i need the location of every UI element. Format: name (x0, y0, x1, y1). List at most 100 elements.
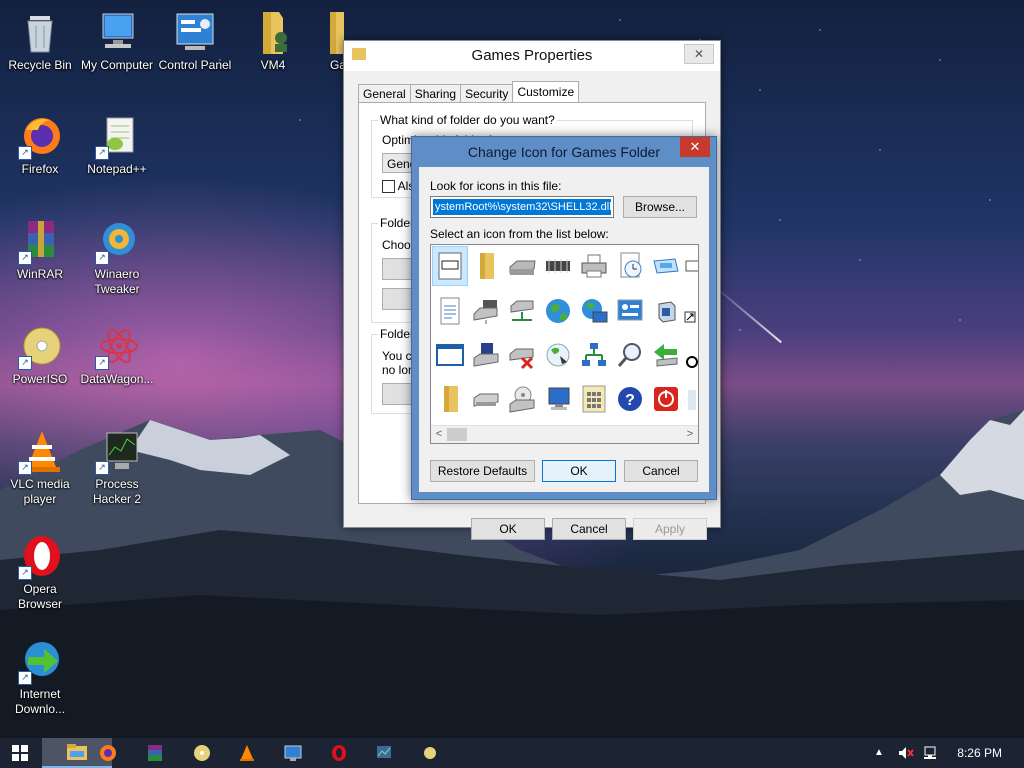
icon-cell-blank-window[interactable] (432, 246, 468, 286)
icon-cell-drive-2[interactable] (468, 379, 504, 419)
firefox-icon (100, 745, 116, 761)
ok-button[interactable]: OK (471, 518, 545, 540)
desktop-icon-poweriso[interactable]: ↗ PowerISO (2, 322, 78, 387)
taskbar-control-panel[interactable] (273, 738, 313, 768)
scroll-right-icon[interactable]: > (682, 426, 698, 443)
icon-cell-monitor[interactable] (540, 379, 576, 419)
icon-cell-network-card[interactable] (648, 246, 684, 286)
partial-icon (688, 390, 696, 410)
desktop-icon-process-hacker[interactable]: ↗ Process Hacker 2 (79, 427, 155, 507)
apply-button[interactable]: Apply (633, 518, 707, 540)
scroll-thumb[interactable] (447, 428, 467, 441)
ok-button[interactable]: OK (542, 460, 616, 482)
close-button[interactable]: ✕ (684, 44, 714, 64)
taskbar-winrar[interactable] (135, 738, 175, 768)
icon-cell-magnifier[interactable] (612, 335, 648, 375)
icon-cell-floppy-drive[interactable] (468, 335, 504, 375)
shortcut-arrow-icon: ↗ (95, 251, 109, 265)
desktop-icon-notepadpp[interactable]: ↗ Notepad++ (79, 112, 155, 177)
icon-cell-folder-2[interactable] (432, 379, 468, 419)
desktop-icon-winaero-tweaker[interactable]: ↗ Winaero Tweaker (79, 217, 155, 297)
icon-cell-printer[interactable] (576, 246, 612, 286)
network-status-icon[interactable] (922, 746, 938, 763)
icon-cell-control-panel[interactable] (612, 291, 648, 331)
icon-cell-network-server[interactable] (504, 291, 540, 331)
icon-cell-chip[interactable] (540, 246, 576, 286)
tab-general[interactable]: General (358, 84, 411, 104)
desktop-icon-label: Winaero Tweaker (94, 267, 140, 296)
change-icon-title-bar[interactable]: Change Icon for Games Folder ✕ (412, 137, 716, 167)
desktop-icon-datawagon[interactable]: ↗ DataWagon... (79, 322, 155, 387)
browse-button[interactable]: Browse... (623, 196, 697, 218)
icon-cell-cd-drive[interactable] (504, 379, 540, 419)
desktop-icon-firefox[interactable]: ↗ Firefox (2, 112, 78, 177)
tab-customize[interactable]: Customize (512, 81, 580, 104)
icon-cell-network-drive[interactable] (468, 291, 504, 331)
horizontal-scrollbar[interactable]: < > (431, 425, 698, 443)
application-cube-icon (658, 301, 676, 323)
desktop-icon-winrar[interactable]: ↗ WinRAR (2, 217, 78, 282)
cd-drive-icon (509, 386, 535, 413)
cancel-button[interactable]: Cancel (624, 460, 698, 482)
taskbar-app-disc[interactable] (410, 738, 450, 768)
text-document-icon (440, 297, 460, 325)
winrar-icon (148, 745, 162, 761)
restore-defaults-button[interactable]: Restore Defaults (430, 460, 535, 482)
taskbar-vlc[interactable] (227, 738, 267, 768)
idm-globe-icon: ↗ (16, 637, 64, 685)
desktop-icon-vlc[interactable]: ↗ VLC media player (2, 427, 78, 507)
icon-file-path: ystemRoot%\system32\SHELL32.dll (433, 199, 611, 215)
icon-list[interactable]: ? < > (430, 244, 699, 444)
close-button[interactable]: ✕ (680, 137, 710, 157)
taskbar-firefox[interactable] (88, 738, 128, 768)
desktop-icon-opera[interactable]: ↗ Opera Browser (2, 532, 78, 612)
desktop-icon-recycle-bin[interactable]: Recycle Bin (2, 8, 78, 73)
icon-cell-back-arrow[interactable] (648, 335, 684, 375)
desktop-icon-control-panel[interactable]: Control Panel (157, 8, 233, 73)
desktop-icon-games[interactable]: Ga (306, 8, 346, 73)
icon-cell-globe-arrow[interactable] (540, 335, 576, 375)
icon-cell-network[interactable] (576, 335, 612, 375)
shortcut-arrow-icon: ↗ (95, 356, 109, 370)
start-button[interactable] (0, 738, 40, 768)
show-hidden-icons-icon[interactable]: ▲ (874, 738, 884, 768)
icon-cell-drive[interactable] (504, 246, 540, 286)
icon-cell-folder[interactable] (468, 246, 504, 286)
icon-cell-help[interactable]: ? (612, 379, 648, 419)
shortcut-arrow-icon: ↗ (18, 251, 32, 265)
icon-cell-clock-document[interactable] (612, 246, 648, 286)
desktop-icon-vm4[interactable]: VM4 (235, 8, 311, 73)
taskbar-process-hacker[interactable] (364, 738, 404, 768)
desktop-icon-internet-download-manager[interactable]: ↗ Internet Downlo... (2, 637, 78, 717)
icon-cell-globe[interactable] (540, 291, 576, 331)
icon-cell-power[interactable] (648, 379, 684, 419)
icon-cell-partial[interactable] (684, 291, 698, 331)
icon-cell-partial[interactable] (684, 335, 698, 375)
tab-security[interactable]: Security (460, 84, 514, 104)
taskbar-opera[interactable] (319, 738, 359, 768)
desktop-icon-label: WinRAR (16, 267, 63, 281)
also-apply-checkbox[interactable]: Als (382, 179, 414, 194)
icon-cell-text-document[interactable] (432, 291, 468, 331)
icon-cell-calculator[interactable] (576, 379, 612, 419)
taskbar-clock[interactable]: 8:26 PM (957, 738, 1002, 768)
icon-file-input[interactable]: ystemRoot%\system32\SHELL32.dll (430, 196, 614, 218)
tab-sharing[interactable]: Sharing (409, 84, 462, 104)
volume-muted-icon[interactable] (898, 746, 914, 763)
cancel-button[interactable]: Cancel (552, 518, 626, 540)
icon-cell-partial[interactable] (684, 246, 698, 286)
properties-title-bar[interactable]: Games Properties ✕ (344, 41, 720, 71)
desktop-icon-my-computer[interactable]: My Computer (79, 8, 155, 73)
taskbar-poweriso[interactable] (182, 738, 222, 768)
change-icon-dialog: Change Icon for Games Folder ✕ Look for … (411, 136, 717, 500)
icon-cell-disconnected-drive[interactable] (504, 335, 540, 375)
folder-icon (306, 8, 346, 56)
icon-cell-partial[interactable] (684, 379, 698, 419)
change-icon-client-area: Look for icons in this file: ystemRoot%\… (419, 167, 709, 492)
scroll-left-icon[interactable]: < (431, 426, 447, 443)
process-hacker-icon: ↗ (93, 427, 141, 475)
window-icon (685, 260, 698, 272)
icon-cell-globe-computer[interactable] (576, 291, 612, 331)
icon-cell-cube[interactable] (648, 291, 684, 331)
icon-cell-window[interactable] (432, 335, 468, 375)
